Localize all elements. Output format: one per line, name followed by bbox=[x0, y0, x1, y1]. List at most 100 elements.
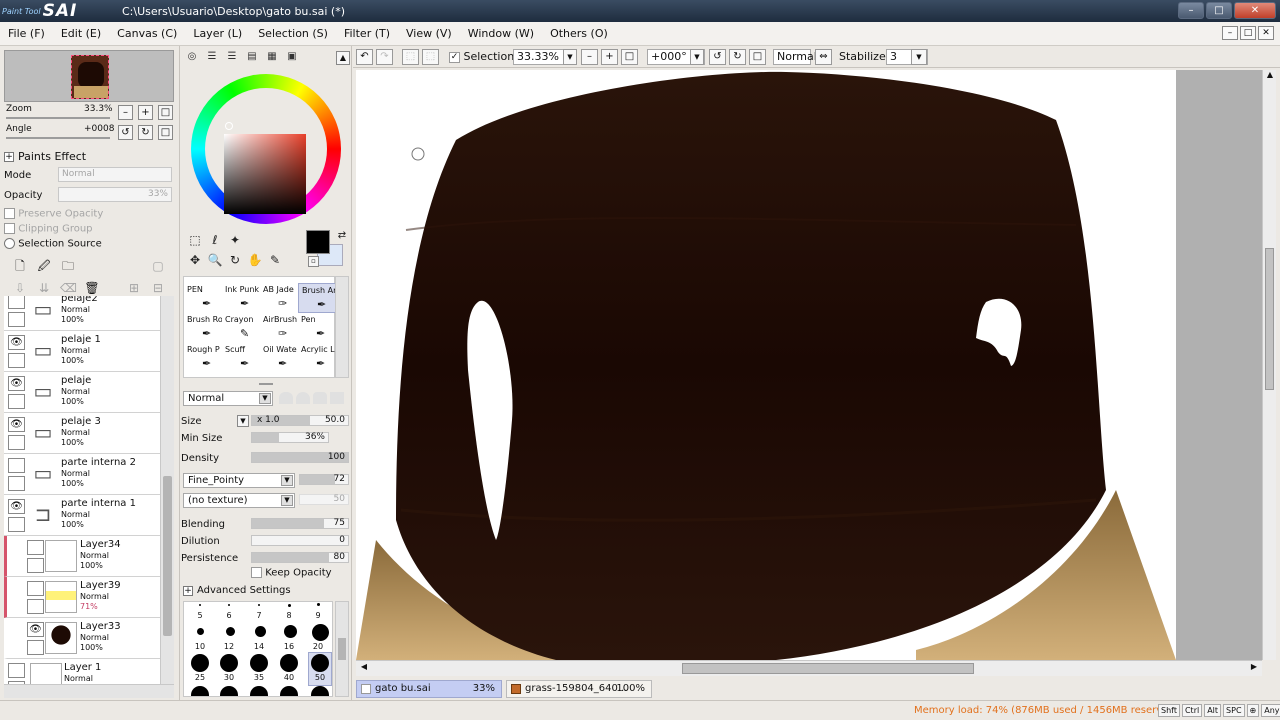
stabilizer-dropdown-button[interactable]: ▼ bbox=[911, 49, 927, 65]
layer-item[interactable]: 👁 ▭ pelaje Normal 100% bbox=[4, 372, 160, 413]
menu-file[interactable]: File (F) bbox=[0, 27, 53, 40]
selection-source-option[interactable]: Selection Source bbox=[4, 238, 102, 250]
maximize-button[interactable]: □ bbox=[1206, 2, 1232, 19]
layer-lock-toggle[interactable] bbox=[8, 353, 25, 368]
layer-item[interactable]: Layer 1 Normal bbox=[4, 659, 160, 684]
size-preset-dot[interactable] bbox=[255, 626, 266, 637]
scroll-right-icon[interactable]: ▶ bbox=[1248, 662, 1260, 675]
panel-splitter[interactable] bbox=[259, 383, 273, 385]
texture-strength-slider[interactable]: 50 bbox=[299, 494, 349, 505]
brush-shape-buttons[interactable] bbox=[279, 392, 349, 405]
shape-soft-icon[interactable] bbox=[296, 392, 310, 404]
canvas-paper[interactable] bbox=[356, 70, 1176, 660]
layer-mask-icon[interactable]: ▢ bbox=[150, 258, 166, 274]
brush-slot[interactable]: PEN ✒ bbox=[184, 283, 222, 313]
blending-slider[interactable]: 75 bbox=[251, 518, 349, 529]
new-layer-icon[interactable]: 🗋 bbox=[12, 258, 28, 274]
size-preset-dot[interactable] bbox=[226, 627, 235, 636]
dilution-slider[interactable]: 0 bbox=[251, 535, 349, 546]
menu-filter[interactable]: Filter (T) bbox=[336, 27, 398, 40]
doc-tab-grass[interactable]: grass-159804_640... 100% bbox=[506, 680, 652, 698]
shape-round-icon[interactable] bbox=[279, 392, 293, 404]
opacity-slider[interactable]: 33% bbox=[58, 187, 172, 202]
canvas-rotate-left-button[interactable]: ↺ bbox=[709, 49, 726, 65]
brush-slot[interactable]: Ink Punk ✒ bbox=[222, 283, 260, 313]
layer-lock-toggle[interactable] bbox=[27, 640, 44, 655]
visibility-toggle[interactable] bbox=[8, 458, 25, 473]
rotate-icon[interactable]: ↻ bbox=[227, 252, 243, 268]
doc-close-button[interactable]: ✕ bbox=[1258, 26, 1274, 40]
layer-item[interactable]: 👁 Layer33 Normal 100% bbox=[4, 618, 160, 659]
eye-icon[interactable]: 👁 bbox=[8, 335, 25, 350]
rotate-reset-button[interactable]: □ bbox=[158, 125, 173, 140]
brush-slot[interactable]: Crayon ✎ bbox=[222, 313, 260, 343]
eye-icon[interactable]: 👁 bbox=[8, 499, 25, 514]
minimize-button[interactable]: – bbox=[1178, 2, 1204, 19]
size-preset-dot[interactable] bbox=[280, 654, 298, 672]
transparent-color-button[interactable]: ▫ bbox=[308, 256, 319, 267]
size-preset-dot[interactable] bbox=[284, 625, 297, 638]
clear-layer-icon[interactable]: ⌫ bbox=[60, 280, 77, 296]
canvas-viewport[interactable] bbox=[356, 70, 1262, 660]
brush-slot[interactable]: AB Jade ✑ bbox=[260, 283, 298, 313]
mode-select[interactable]: Normal bbox=[58, 167, 172, 182]
shape-square-icon[interactable] bbox=[330, 392, 344, 404]
foreground-color-swatch[interactable] bbox=[306, 230, 330, 254]
layer-item[interactable]: Layer39 Normal 71% bbox=[4, 577, 160, 618]
menu-others[interactable]: Others (O) bbox=[542, 27, 616, 40]
brush-slot[interactable]: Brush Ro ✒ bbox=[184, 313, 222, 343]
blend-mode-select[interactable]: Normal ▼ bbox=[183, 391, 273, 406]
menu-edit[interactable]: Edit (E) bbox=[53, 27, 109, 40]
swap-colors-icon[interactable]: ⇄ bbox=[334, 228, 350, 244]
eye-icon[interactable]: 👁 bbox=[27, 622, 44, 637]
preserve-opacity-option[interactable]: Preserve Opacity bbox=[4, 208, 103, 220]
brush-slot[interactable]: Rough P ✒ bbox=[184, 343, 222, 373]
brush-slot[interactable]: Scuff ✒ bbox=[222, 343, 260, 373]
brush-shape-select[interactable]: Fine_Pointy ▼ bbox=[183, 473, 295, 488]
keep-opacity-checkbox[interactable] bbox=[251, 567, 262, 578]
deselect-button[interactable]: ⬚ bbox=[402, 49, 419, 65]
vertical-scroll-thumb[interactable] bbox=[1265, 248, 1274, 390]
layer-item[interactable]: 👁 ▭ pelaje 3 Normal 100% bbox=[4, 413, 160, 454]
layer-lock-toggle[interactable] bbox=[27, 599, 44, 614]
shape-flat-icon[interactable] bbox=[313, 392, 327, 404]
view-mode-select[interactable]: Normal bbox=[773, 49, 817, 65]
angle-dropdown-button[interactable]: ▼ bbox=[690, 49, 704, 65]
lasso-icon[interactable]: ℓ bbox=[207, 232, 223, 248]
advanced-settings-header[interactable]: + Advanced Settings bbox=[183, 585, 291, 596]
brush-slot[interactable]: AirBrush ✑ bbox=[260, 313, 298, 343]
rotate-right-button[interactable]: ↻ bbox=[138, 125, 153, 140]
canvas-vertical-scrollbar[interactable]: ▲ bbox=[1262, 70, 1276, 660]
menu-layer[interactable]: Layer (L) bbox=[185, 27, 250, 40]
layer-lock-toggle[interactable] bbox=[8, 394, 25, 409]
saturation-value-box[interactable] bbox=[224, 134, 306, 214]
undo-button[interactable]: ↶ bbox=[356, 49, 373, 65]
layer-item[interactable]: ▭ parte interna 2 Normal 100% bbox=[4, 454, 160, 495]
panel-scroll-up-button[interactable]: ▲ bbox=[336, 51, 350, 65]
size-preset-dot[interactable] bbox=[228, 604, 230, 606]
magic-wand-icon[interactable]: ✦ bbox=[227, 232, 243, 248]
size-preset-dot[interactable] bbox=[199, 604, 201, 606]
visibility-toggle[interactable] bbox=[27, 581, 44, 596]
angle-slider[interactable] bbox=[6, 137, 110, 139]
shape-strength-slider[interactable]: 72 bbox=[299, 474, 349, 485]
color-wheel[interactable] bbox=[191, 74, 341, 224]
paints-effect-header[interactable]: + Paints Effect bbox=[4, 150, 86, 163]
canvas-rotate-reset-button[interactable]: □ bbox=[749, 49, 766, 65]
persistence-slider[interactable]: 80 bbox=[251, 552, 349, 563]
size-preset-dot[interactable] bbox=[250, 686, 268, 696]
zoom-reset-button[interactable]: □ bbox=[158, 105, 173, 120]
size-multiplier-dropdown[interactable]: ▼ bbox=[237, 415, 249, 427]
color-mixer-tab-icon[interactable]: ▤ bbox=[245, 50, 259, 64]
layer-lock-toggle[interactable] bbox=[8, 312, 25, 327]
brush-slot[interactable]: Pen ✒ bbox=[298, 313, 336, 343]
density-slider[interactable]: 100 bbox=[251, 452, 349, 463]
clipping-group-checkbox[interactable] bbox=[4, 223, 15, 234]
visibility-toggle[interactable] bbox=[27, 540, 44, 555]
eye-icon[interactable]: 👁 bbox=[8, 417, 25, 432]
layer-list-scrollbar[interactable] bbox=[160, 296, 174, 684]
navigator-preview[interactable] bbox=[4, 50, 174, 102]
layer-item[interactable]: Layer34 Normal 100% bbox=[4, 536, 160, 577]
size-preset-dot[interactable] bbox=[317, 603, 320, 606]
canvas-rotate-right-button[interactable]: ↻ bbox=[729, 49, 746, 65]
